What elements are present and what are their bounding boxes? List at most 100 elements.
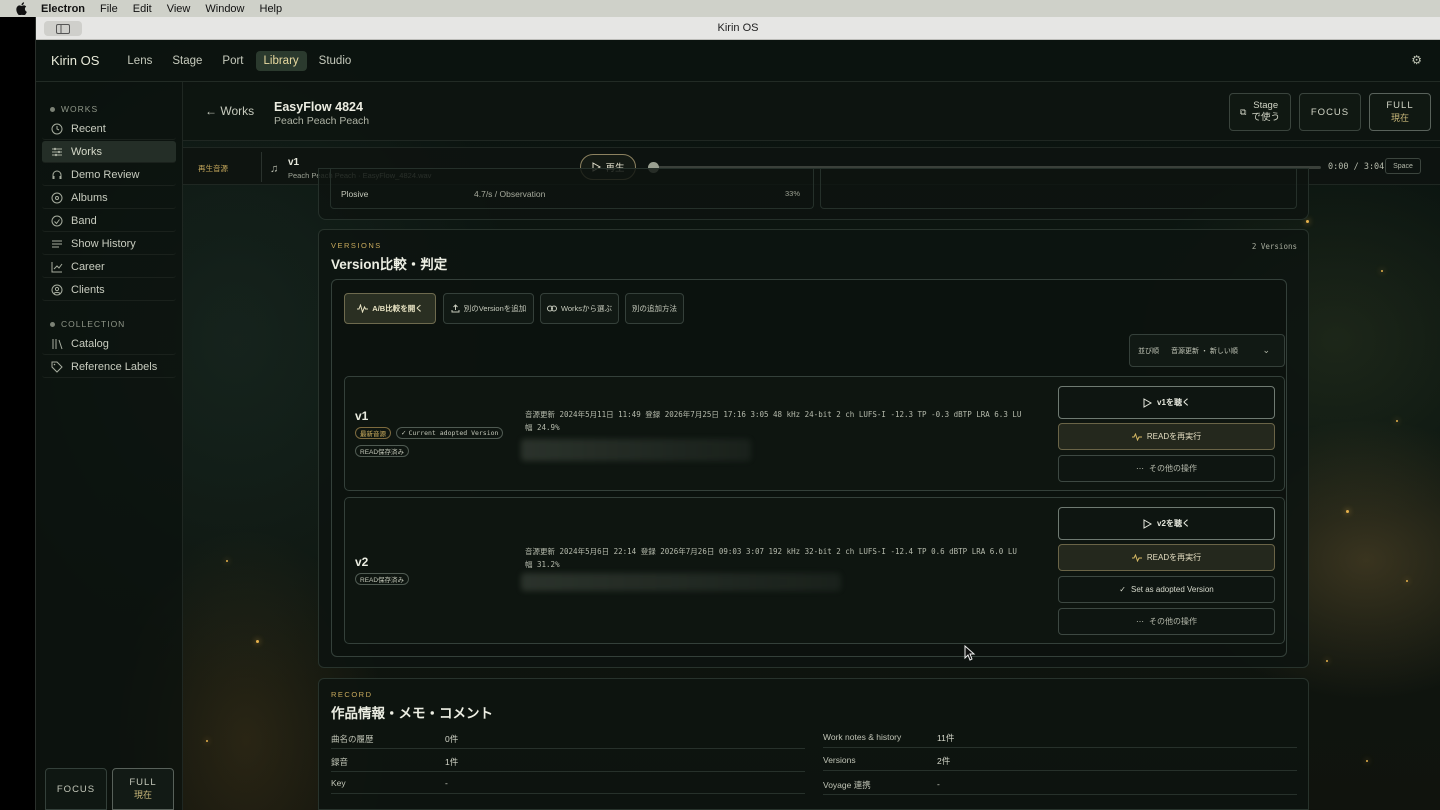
- record-row-versions[interactable]: Versions 2件: [823, 749, 1297, 771]
- choose-from-works-button[interactable]: Worksから選ぶ: [540, 293, 619, 324]
- work-artist: Peach Peach Peach: [274, 115, 370, 127]
- tab-library[interactable]: Library: [255, 50, 307, 71]
- play-icon: [1143, 518, 1153, 529]
- tab-port[interactable]: Port: [214, 51, 251, 71]
- listen-v2-button[interactable]: v2を聴く: [1058, 507, 1275, 540]
- menubar-file[interactable]: File: [100, 3, 118, 15]
- sidebar-item-albums[interactable]: Albums: [42, 187, 176, 209]
- sidebar-item-reference-labels[interactable]: Reference Labels: [42, 356, 176, 378]
- apple-logo-icon[interactable]: [14, 2, 29, 15]
- disc-icon: [51, 192, 63, 204]
- chevron-down-icon: ⌄: [1262, 345, 1270, 355]
- add-version-button[interactable]: 別のVersionを追加: [443, 293, 534, 324]
- record-section: RECORD 作品情報・メモ・コメント 曲名の履歴 0件 録音 1件 Key - Wo…: [318, 678, 1309, 810]
- sidebar-full-button[interactable]: FULL 現在: [112, 768, 174, 810]
- sidebar-item-career[interactable]: Career: [42, 256, 176, 278]
- window-titlebar: Kirin OS: [36, 17, 1440, 40]
- plosive-value: 4.7/s / Observation: [474, 189, 546, 199]
- version-name: v2: [355, 555, 369, 569]
- tag-icon: [51, 361, 63, 373]
- versions-section: VERSIONS Version比較・判定 2 Versions A/B比較を開…: [318, 229, 1309, 668]
- app-window: Kirin OS Kirin OS Lens Stage Port Librar…: [35, 17, 1440, 810]
- sidebar-footer: FOCUS FULL 現在: [45, 768, 174, 810]
- tab-stage[interactable]: Stage: [164, 51, 210, 71]
- chart-icon: [51, 261, 63, 273]
- sidebar-focus-button[interactable]: FOCUS: [45, 768, 107, 810]
- full-mode-button[interactable]: FULL 現在: [1369, 93, 1431, 131]
- analysis-cell-empty: [820, 169, 1297, 209]
- sidebar-toggle-button[interactable]: [44, 21, 82, 36]
- more-dots-icon: ⋯: [1136, 464, 1144, 473]
- menubar-help[interactable]: Help: [260, 3, 283, 15]
- audio-file-icon: ♫: [270, 163, 279, 175]
- plosive-percent: 33%: [785, 189, 801, 198]
- read-saved-badge: READ保存済み: [355, 573, 410, 585]
- menubar-window[interactable]: Window: [205, 3, 244, 15]
- more-actions-button[interactable]: ⋯ その他の操作: [1058, 608, 1275, 635]
- other-add-method-button[interactable]: 別の追加方法: [625, 293, 684, 324]
- menubar-edit[interactable]: Edit: [133, 3, 152, 15]
- sort-label: 並び順: [1138, 347, 1159, 355]
- sliders-icon: [51, 146, 63, 158]
- sidebar-section-collection: COLLECTION: [50, 319, 182, 329]
- sidebar-item-works[interactable]: Works: [42, 141, 176, 163]
- version-name: v1: [355, 409, 369, 423]
- plosive-label: Plosive: [341, 189, 369, 199]
- version-meta: 音源更新 2024年5月11日 11:49 登録 2026年7月25日 17:1…: [525, 410, 1022, 432]
- headphones-icon: [51, 169, 63, 181]
- waveform-icon: [357, 304, 369, 313]
- sidebar-toggle-icon: [56, 23, 70, 34]
- version-card-v1: v1 最新音源 ✓ Current adopted Version READ保存済…: [344, 376, 1285, 491]
- link-icon: [546, 305, 557, 312]
- focus-mode-button[interactable]: FOCUS: [1299, 93, 1361, 131]
- open-ab-compare-button[interactable]: A/B比較を開く: [344, 293, 436, 324]
- latest-audio-badge: 最新音源: [355, 427, 391, 439]
- record-row-voyage[interactable]: Voyage 連携 -: [823, 773, 1297, 795]
- versions-count: 2 Versions: [1251, 242, 1297, 251]
- check-icon: ✓: [1119, 585, 1126, 594]
- adopted-version-badge: ✓ Current adopted Version: [396, 427, 504, 439]
- rerun-read-button[interactable]: READを再実行: [1058, 423, 1275, 450]
- sort-order-select[interactable]: 並び順 音源更新 ・ 新しい順 ⌄: [1129, 334, 1285, 367]
- sidebar-item-catalog[interactable]: Catalog: [42, 333, 176, 355]
- listen-v1-button[interactable]: v1を聴く: [1058, 386, 1275, 419]
- list-icon: [51, 238, 63, 250]
- rerun-read-button[interactable]: READを再実行: [1058, 544, 1275, 571]
- sidebar-item-show-history[interactable]: Show History: [42, 233, 176, 255]
- settings-gear-icon[interactable]: ⚙: [1411, 53, 1422, 67]
- tab-lens[interactable]: Lens: [119, 51, 160, 71]
- menubar-view[interactable]: View: [167, 3, 191, 15]
- sidebar-item-demo-review[interactable]: Demo Review: [42, 164, 176, 186]
- plosive-row: Plosive 4.7/s / Observation 33%: [330, 169, 814, 209]
- record-row-title-history[interactable]: 曲名の履歴 0件: [331, 727, 805, 749]
- versions-title: Version比較・判定: [331, 257, 448, 272]
- redacted-content: [521, 573, 841, 591]
- analysis-card-remnant: Plosive 4.7/s / Observation 33%: [318, 168, 1309, 220]
- record-row-work-notes[interactable]: Work notes & history 11件: [823, 726, 1297, 748]
- playback-time: 0:00 / 3:04: [1328, 162, 1385, 172]
- window-title: Kirin OS: [717, 22, 759, 34]
- menubar-app-name[interactable]: Electron: [41, 3, 85, 15]
- set-adopted-version-button[interactable]: ✓ Set as adopted Version: [1058, 576, 1275, 603]
- sidebar-item-band[interactable]: Band: [42, 210, 176, 232]
- record-row-recordings[interactable]: 録音 1件: [331, 750, 805, 772]
- versions-panel: A/B比較を開く 別のVersionを追加 Worksから選ぶ 別の追加方法 並…: [331, 279, 1287, 657]
- sidebar-item-recent[interactable]: Recent: [42, 118, 176, 140]
- top-navigation: Kirin OS Lens Stage Port Library Studio …: [36, 40, 1440, 82]
- tab-studio[interactable]: Studio: [311, 51, 360, 71]
- brand-logo[interactable]: Kirin OS: [51, 53, 99, 68]
- record-row-key[interactable]: Key -: [331, 772, 805, 794]
- redacted-content: [521, 439, 751, 461]
- back-to-works-link[interactable]: ← Works: [205, 104, 254, 118]
- more-dots-icon: ⋯: [1136, 617, 1144, 626]
- mouse-cursor-icon: [964, 645, 976, 661]
- sidebar-item-clients[interactable]: Clients: [42, 279, 176, 301]
- use-in-stage-button[interactable]: ⧉ Stage で使う: [1229, 93, 1291, 131]
- upload-icon: [451, 304, 460, 313]
- record-title: 作品情報・メモ・コメント: [331, 706, 493, 721]
- library-icon: [51, 338, 63, 350]
- users-icon: [51, 215, 63, 227]
- work-title: EasyFlow 4824: [274, 100, 363, 114]
- more-actions-button[interactable]: ⋯ その他の操作: [1058, 455, 1275, 482]
- sidebar-section-works: WORKS: [50, 104, 182, 114]
